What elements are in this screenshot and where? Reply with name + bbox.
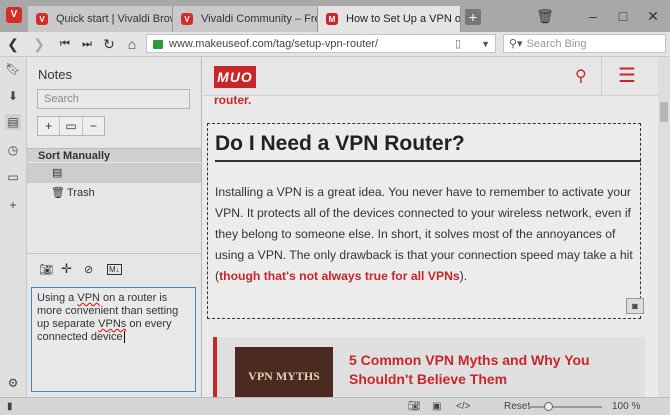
downloads-icon[interactable]: ⬇: [5, 88, 21, 104]
site-header: MUO ⚲ ☰: [203, 57, 658, 96]
related-article-image[interactable]: VPN MYTHS: [235, 347, 333, 397]
rewind-icon[interactable]: ⏮: [56, 35, 74, 53]
camera-icon[interactable]: 📷︎: [39, 263, 53, 276]
search-icon[interactable]: ⚲: [575, 66, 587, 86]
zoom-level: 100 %: [612, 401, 641, 412]
notes-panel: Notes Search + ▭ − Sort Manually ▤ 🗑 Tra…: [27, 57, 202, 397]
new-tab-button[interactable]: +: [465, 9, 481, 25]
close-icon[interactable]: ✕: [643, 6, 663, 26]
vivaldi-menu-icon[interactable]: V: [6, 7, 22, 23]
fast-forward-icon[interactable]: ⏭: [78, 35, 96, 53]
vpn-link[interactable]: though that's not always true for all VP…: [219, 269, 460, 283]
add-note-button[interactable]: +: [38, 117, 59, 135]
markdown-icon[interactable]: M↓: [107, 264, 122, 275]
scrollbar-thumb[interactable]: [660, 102, 668, 122]
zoom-slider-knob[interactable]: [544, 402, 553, 411]
image-toggle-icon[interactable]: ▣: [432, 401, 441, 412]
add-panel-icon[interactable]: +: [5, 197, 21, 213]
settings-gear-icon[interactable]: ⚙: [5, 375, 21, 391]
notes-search-input[interactable]: Search: [37, 89, 190, 109]
vivaldi-favicon-icon: V: [181, 13, 193, 25]
new-folder-button[interactable]: ▭: [59, 117, 83, 135]
crosshair-icon[interactable]: ✛: [61, 261, 72, 277]
related-article-title[interactable]: 5 Common VPN Myths and Why You Shouldn't…: [349, 351, 619, 389]
url-field[interactable]: www.makeuseof.com/tag/setup-vpn-router/ …: [146, 34, 496, 53]
back-icon[interactable]: ❮: [4, 35, 22, 53]
note-icon: ▤: [52, 167, 63, 179]
attach-icon[interactable]: ⊘: [84, 263, 93, 276]
previous-heading-tail: router.: [214, 93, 252, 107]
header-divider: [601, 57, 602, 95]
note-editor-textarea[interactable]: Using a VPN on a router is more convenie…: [31, 287, 196, 392]
page-scrollbar[interactable]: [658, 57, 670, 397]
menu-icon[interactable]: ☰: [618, 63, 636, 88]
zoom-reset-button[interactable]: Reset: [504, 401, 530, 412]
reload-icon[interactable]: ↻: [100, 35, 118, 53]
search-placeholder: Search Bing: [526, 37, 587, 50]
address-bar: ❮ ❯ ⏮ ⏭ ↻ ⌂ www.makeuseof.com/tag/setup-…: [0, 32, 670, 57]
delete-note-button[interactable]: −: [83, 117, 104, 135]
search-field[interactable]: ⚲▾ Search Bing: [503, 34, 666, 53]
status-bar: ▮ 📷︎ ▣ </> Reset 100 %: [0, 397, 670, 415]
note-list-item[interactable]: ▤: [27, 163, 201, 183]
trash-list-item[interactable]: 🗑 Trash: [27, 183, 201, 203]
capture-icon[interactable]: ◙: [626, 298, 644, 314]
related-article-card[interactable]: VPN MYTHS 5 Common VPN Myths and Why You…: [213, 337, 645, 397]
panel-toggle-icon[interactable]: ▮: [7, 401, 13, 412]
tab-vivaldi-community[interactable]: V Vivaldi Community – Free we: [173, 6, 318, 32]
sort-label[interactable]: Sort Manually: [27, 148, 201, 162]
heading-rule: [215, 160, 641, 162]
muo-favicon-icon: M: [326, 13, 338, 25]
notes-button-group: + ▭ −: [37, 116, 105, 136]
forward-icon[interactable]: ❯: [30, 35, 48, 53]
notes-icon[interactable]: ▤: [5, 114, 21, 130]
site-logo[interactable]: MUO: [214, 66, 256, 88]
notes-title: Notes: [38, 67, 72, 82]
article-section: Do I Need a VPN Router? Installing a VPN…: [207, 123, 644, 319]
lock-icon: [153, 40, 163, 49]
page-actions-icon[interactable]: </>: [456, 401, 470, 412]
article-paragraph: Installing a VPN is a great idea. You ne…: [215, 185, 633, 283]
url-text: www.makeuseof.com/tag/setup-vpn-router/: [169, 37, 379, 50]
dropdown-icon[interactable]: ▼: [481, 39, 490, 49]
trash-label: Trash: [67, 187, 95, 199]
zoom-slider[interactable]: [528, 406, 602, 408]
window-panel-icon[interactable]: ▭: [5, 169, 21, 185]
bookmark-icon[interactable]: ▯: [455, 37, 461, 50]
section-heading: Do I Need a VPN Router?: [215, 132, 465, 155]
trash-icon: 🗑: [51, 187, 65, 199]
maximize-icon[interactable]: □: [613, 6, 633, 26]
screenshot-icon[interactable]: 📷︎: [408, 401, 421, 412]
minimize-icon[interactable]: –: [583, 6, 603, 26]
text-cursor: [123, 331, 125, 343]
history-icon[interactable]: ◷: [5, 142, 21, 158]
note-editor-toolbar: 📷︎ ✛ ⊘ M↓: [27, 253, 201, 282]
vivaldi-favicon-icon: V: [36, 13, 48, 25]
bookmarks-icon[interactable]: 🔖︎: [5, 61, 21, 77]
home-icon[interactable]: ⌂: [123, 35, 141, 53]
tab-vpn-router[interactable]: M How to Set Up a VPN on You: [318, 6, 461, 32]
search-engine-icon[interactable]: ⚲▾: [509, 37, 523, 50]
panel-strip: 🔖︎ ⬇ ▤ ◷ ▭ + ⚙: [0, 57, 27, 397]
tab-quick-start[interactable]: V Quick start | Vivaldi Browser: [28, 6, 173, 32]
web-page: MUO ⚲ ☰ router. Do I Need a VPN Router? …: [203, 57, 658, 397]
tab-bar: V V Quick start | Vivaldi Browser V Viva…: [0, 0, 670, 32]
trash-icon[interactable]: 🗑: [535, 6, 555, 26]
